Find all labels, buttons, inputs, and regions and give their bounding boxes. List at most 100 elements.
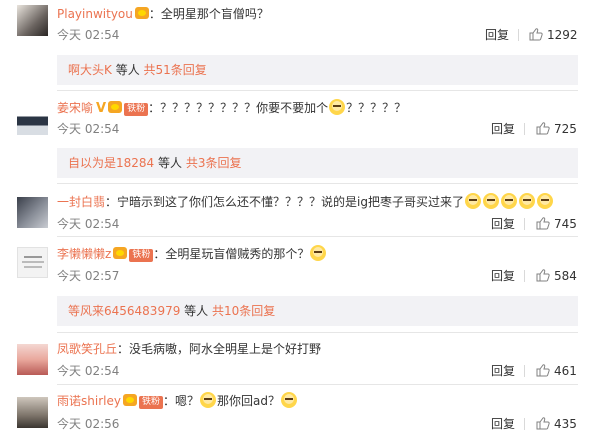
comment-line: 一封白翡：宁暗示到这了你们怎么还不懂？？？？说的是ig把枣子哥买过来了	[57, 192, 554, 212]
vip-badge-icon[interactable]	[134, 7, 149, 19]
sub-replies-box[interactable]: 自以为是18284 等人 共3条回复	[57, 148, 578, 178]
divider	[524, 418, 525, 430]
divider	[57, 332, 578, 333]
comment-text: 宁暗示到这了你们怎么还不懂？？？？说的是ig把枣子哥买过来了	[117, 195, 464, 209]
doge-emoji-icon	[465, 193, 481, 209]
like-button[interactable]: 745	[536, 214, 577, 234]
divider	[524, 218, 525, 230]
reply-button[interactable]: 回复	[491, 266, 515, 286]
comment-text: ？？？？？？？？你要不要加个	[160, 101, 329, 115]
doge-emoji-icon	[537, 193, 553, 209]
timestamp: 今天 02:54	[57, 28, 120, 42]
avatar[interactable]	[17, 344, 48, 375]
comment-text-2: 那你回ad？	[217, 394, 280, 408]
comment-text: 全明星那个盲僧吗？	[160, 7, 269, 21]
comment-line: 凤歌笑孔丘：没毛病嗷，阿水全明星上是个好打野	[57, 339, 321, 359]
sub-reply-user[interactable]: 自以为是18284	[68, 156, 154, 170]
sub-reply-middle: 等人	[154, 156, 186, 170]
timestamp: 今天 02:56	[57, 417, 120, 431]
reply-button[interactable]: 回复	[491, 361, 515, 381]
fan-badge: 铁粉	[129, 249, 154, 262]
divider	[524, 365, 525, 377]
vip-badge-icon[interactable]	[108, 101, 123, 113]
username[interactable]: 姜宋喻	[57, 101, 93, 115]
like-count: 745	[554, 217, 577, 231]
colon: ：	[162, 394, 175, 408]
username[interactable]: 李懒懒懒z	[57, 247, 111, 261]
doge-emoji-icon	[280, 392, 297, 408]
divider	[518, 29, 519, 41]
colon: ：	[153, 247, 166, 261]
colon: ：	[148, 101, 161, 115]
comment-line: 李懒懒懒z 铁粉 ：全明星玩盲僧贼秀的那个？	[57, 244, 327, 264]
thumbs-up-icon	[536, 364, 550, 377]
sub-reply-middle: 等人	[111, 63, 144, 77]
divider	[57, 384, 578, 385]
timestamp: 今天 02:57	[57, 269, 120, 283]
more-replies-link[interactable]: 共3条回复	[186, 156, 242, 170]
like-count: 1292	[547, 28, 578, 42]
sub-replies-box[interactable]: 啊大头K 等人 共51条回复	[57, 55, 578, 85]
like-button[interactable]: 461	[536, 361, 577, 381]
divider	[57, 90, 578, 91]
username[interactable]: 雨诺shirley	[57, 394, 121, 408]
reply-button[interactable]: 回复	[491, 214, 515, 234]
sub-reply-middle: 等人	[180, 304, 212, 318]
thumbs-up-icon	[536, 417, 550, 430]
avatar[interactable]	[17, 5, 48, 36]
divider	[57, 236, 578, 237]
thumbs-up-icon	[529, 28, 543, 41]
more-replies-link[interactable]: 共10条回复	[212, 304, 275, 318]
like-button[interactable]: 1292	[529, 25, 578, 45]
timestamp: 今天 02:54	[57, 364, 120, 378]
doge-emoji-icon	[501, 193, 517, 209]
divider	[57, 183, 578, 184]
like-button[interactable]: 584	[536, 266, 577, 286]
like-count: 584	[554, 269, 577, 283]
username[interactable]: 凤歌笑孔丘	[57, 342, 117, 356]
divider	[524, 123, 525, 135]
timestamp: 今天 02:54	[57, 217, 120, 231]
like-count: 461	[554, 364, 577, 378]
divider	[524, 270, 525, 282]
comment-text: 没毛病嗷，阿水全明星上是个好打野	[129, 342, 322, 356]
more-replies-link[interactable]: 共51条回复	[144, 63, 207, 77]
doge-emoji-icon	[519, 193, 535, 209]
reply-button[interactable]: 回复	[485, 25, 509, 45]
timestamp: 今天 02:54	[57, 122, 120, 136]
comment-line: Playinwityou ：全明星那个盲僧吗？	[57, 4, 269, 24]
fan-badge: 铁粉	[124, 103, 149, 116]
colon: ：	[148, 7, 161, 21]
comment-text: 全明星玩盲僧贼秀的那个？	[165, 247, 310, 261]
comment-text: 嗯？	[174, 394, 199, 408]
avatar[interactable]	[17, 104, 48, 135]
avatar[interactable]	[17, 397, 48, 428]
thumbs-up-icon	[536, 122, 550, 135]
comment-text-2: ？？？？？	[346, 101, 407, 115]
doge-emoji-icon	[483, 193, 499, 209]
sub-reply-user[interactable]: 啊大头K	[68, 63, 112, 77]
username[interactable]: Playinwityou	[57, 7, 133, 21]
doge-emoji-icon	[329, 99, 346, 115]
colon: ：	[117, 342, 130, 356]
colon: ：	[105, 195, 118, 209]
sub-replies-box[interactable]: 等风来6456483979 等人 共10条回复	[57, 296, 578, 326]
like-count: 435	[554, 417, 577, 431]
like-button[interactable]: 435	[536, 414, 577, 434]
username[interactable]: 一封白翡	[57, 195, 105, 209]
like-button[interactable]: 725	[536, 119, 577, 139]
doge-emoji-icon	[200, 392, 216, 408]
avatar[interactable]	[17, 247, 48, 278]
verified-v-icon: V	[96, 101, 107, 116]
avatar[interactable]	[17, 197, 48, 228]
reply-button[interactable]: 回复	[491, 119, 515, 139]
vip-badge-icon[interactable]	[122, 394, 137, 406]
vip-badge-icon[interactable]	[113, 247, 128, 259]
reply-button[interactable]: 回复	[491, 414, 515, 434]
doge-emoji-icon	[310, 245, 327, 261]
sub-reply-user[interactable]: 等风来6456483979	[68, 304, 180, 318]
comment-line: 雨诺shirley 铁粉 ：嗯？ 那你回ad？	[57, 391, 298, 411]
like-count: 725	[554, 122, 577, 136]
thumbs-up-icon	[536, 269, 550, 282]
comment-line: 姜宋喻 V 铁粉 ：？？？？？？？？你要不要加个 ？？？？？	[57, 98, 406, 118]
